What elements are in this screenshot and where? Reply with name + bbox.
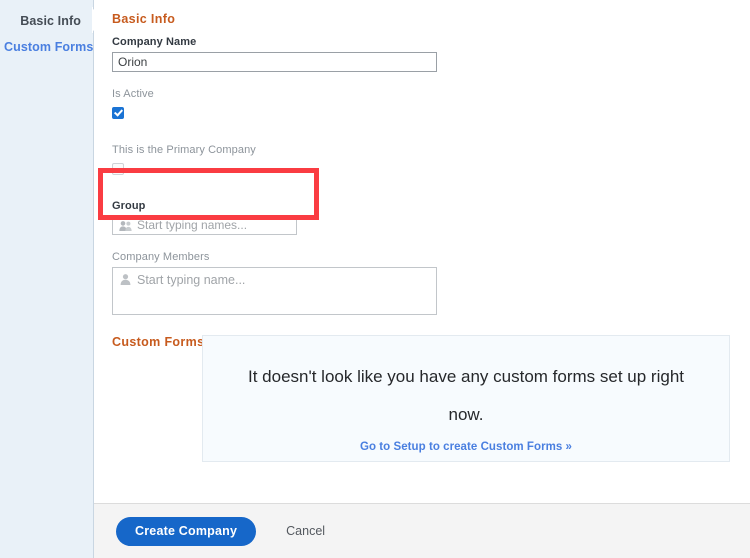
company-name-field-group: Company Name — [112, 36, 750, 72]
is-active-field-group: Is Active — [112, 88, 750, 122]
custom-forms-empty-state: It doesn't look like you have any custom… — [202, 335, 730, 462]
company-members-input[interactable]: Start typing name... — [112, 267, 437, 315]
primary-company-field-group: This is the Primary Company — [112, 144, 750, 178]
go-to-setup-link[interactable]: Go to Setup to create Custom Forms » — [360, 441, 572, 453]
company-members-input-placeholder: Start typing name... — [137, 273, 246, 287]
cancel-button[interactable]: Cancel — [280, 523, 331, 539]
sidebar-item-basic-info-label: Basic Info — [20, 14, 81, 28]
company-name-label: Company Name — [112, 36, 197, 48]
group-people-icon — [119, 220, 132, 232]
primary-company-checkbox-unchecked-icon[interactable] — [112, 162, 124, 175]
is-active-label: Is Active — [112, 88, 154, 100]
group-input-placeholder: Start typing names... — [137, 218, 248, 232]
group-field-group: Group Start typing names... — [112, 200, 750, 235]
company-members-field-group: Company Members Start typing name... — [112, 251, 750, 315]
group-input[interactable]: Start typing names... — [112, 216, 297, 235]
sidebar-nav: Basic Info Custom Forms — [0, 0, 105, 558]
form-content: Basic Info Company Name Is Active This i… — [94, 0, 750, 503]
main-panel: Basic Info Company Name Is Active This i… — [94, 0, 750, 558]
create-company-dialog: Basic Info Custom Forms Basic Info Compa… — [0, 0, 750, 558]
sidebar-item-basic-info[interactable]: Basic Info — [0, 7, 105, 34]
create-company-button[interactable]: Create Company — [116, 516, 257, 546]
primary-company-checkbox-row[interactable] — [112, 160, 750, 178]
sidebar-item-custom-forms-label: Custom Forms — [4, 40, 94, 54]
group-label: Group — [112, 200, 146, 212]
is-active-checkbox-row[interactable] — [112, 104, 750, 122]
primary-company-label: This is the Primary Company — [112, 144, 256, 156]
person-icon — [119, 273, 132, 286]
company-name-input[interactable] — [112, 52, 437, 72]
basic-info-heading: Basic Info — [112, 12, 176, 26]
is-active-checkbox-checked-icon[interactable] — [112, 106, 124, 119]
company-members-label: Company Members — [112, 251, 210, 263]
custom-forms-empty-message: It doesn't look like you have any custom… — [247, 367, 684, 424]
sidebar-item-custom-forms[interactable]: Custom Forms — [0, 34, 93, 60]
dialog-footer: Create Company Cancel — [94, 503, 750, 558]
